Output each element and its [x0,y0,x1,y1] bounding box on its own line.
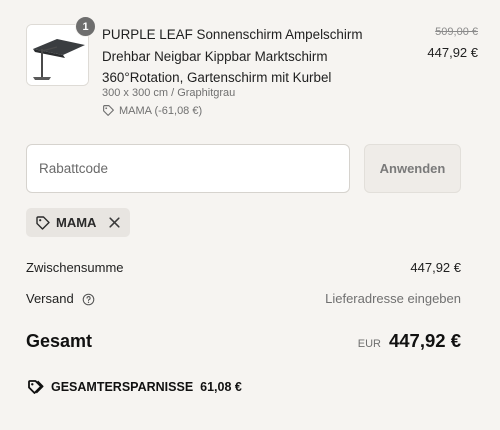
product-title: PURPLE LEAF Sonnenschirm Ampelschirm Dre… [102,27,363,85]
line-discount: MAMA (-61,08 €) [102,104,202,117]
line-discount-text: MAMA (-61,08 €) [119,104,203,117]
total-amount-wrap: EUR 447,92 € [358,330,461,352]
subtotal-value: 447,92 € [410,260,461,275]
total-row: Gesamt EUR 447,92 € [26,330,461,352]
subtotal-row: Zwischensumme 447,92 € [26,260,461,275]
remove-discount-button[interactable] [108,216,121,229]
discount-code-input[interactable] [26,144,350,193]
shipping-label-wrap: Versand [26,291,95,306]
total-savings: GESAMTERSPARNISSE 61,08 € [26,378,242,396]
shipping-label: Versand [26,291,74,306]
apply-discount-button[interactable]: Anwenden [364,144,461,193]
total-label: Gesamt [26,331,93,351]
shipping-row: Versand Lieferadresse eingeben [26,291,461,306]
product-variant: 300 x 300 cm / Graphitgrau [102,87,236,99]
tag-icon [103,105,114,116]
subtotal-label: Zwischensumme [26,260,124,275]
quantity-badge: 1 [75,16,96,37]
tag-icon [36,215,50,230]
applied-discount-label: MAMA [56,215,97,230]
info-icon[interactable] [82,293,95,306]
currency-code: EUR [357,338,381,350]
original-price: 509,00 € [435,26,478,38]
shipping-value: Lieferadresse eingeben [325,291,461,307]
total-amount: 447,92 € [388,330,461,351]
cart-line-item: 1 PURPLE LEAF Sonnenschirm Ampelschirm D… [26,16,478,122]
savings-value: 61,08 € [200,380,242,394]
savings-label: GESAMTERSPARNISSE [51,380,194,394]
tags-icon [28,380,44,394]
applied-discount-chip: MAMA [26,208,130,237]
close-icon [109,217,120,228]
line-price: 447,92 € [427,45,478,60]
